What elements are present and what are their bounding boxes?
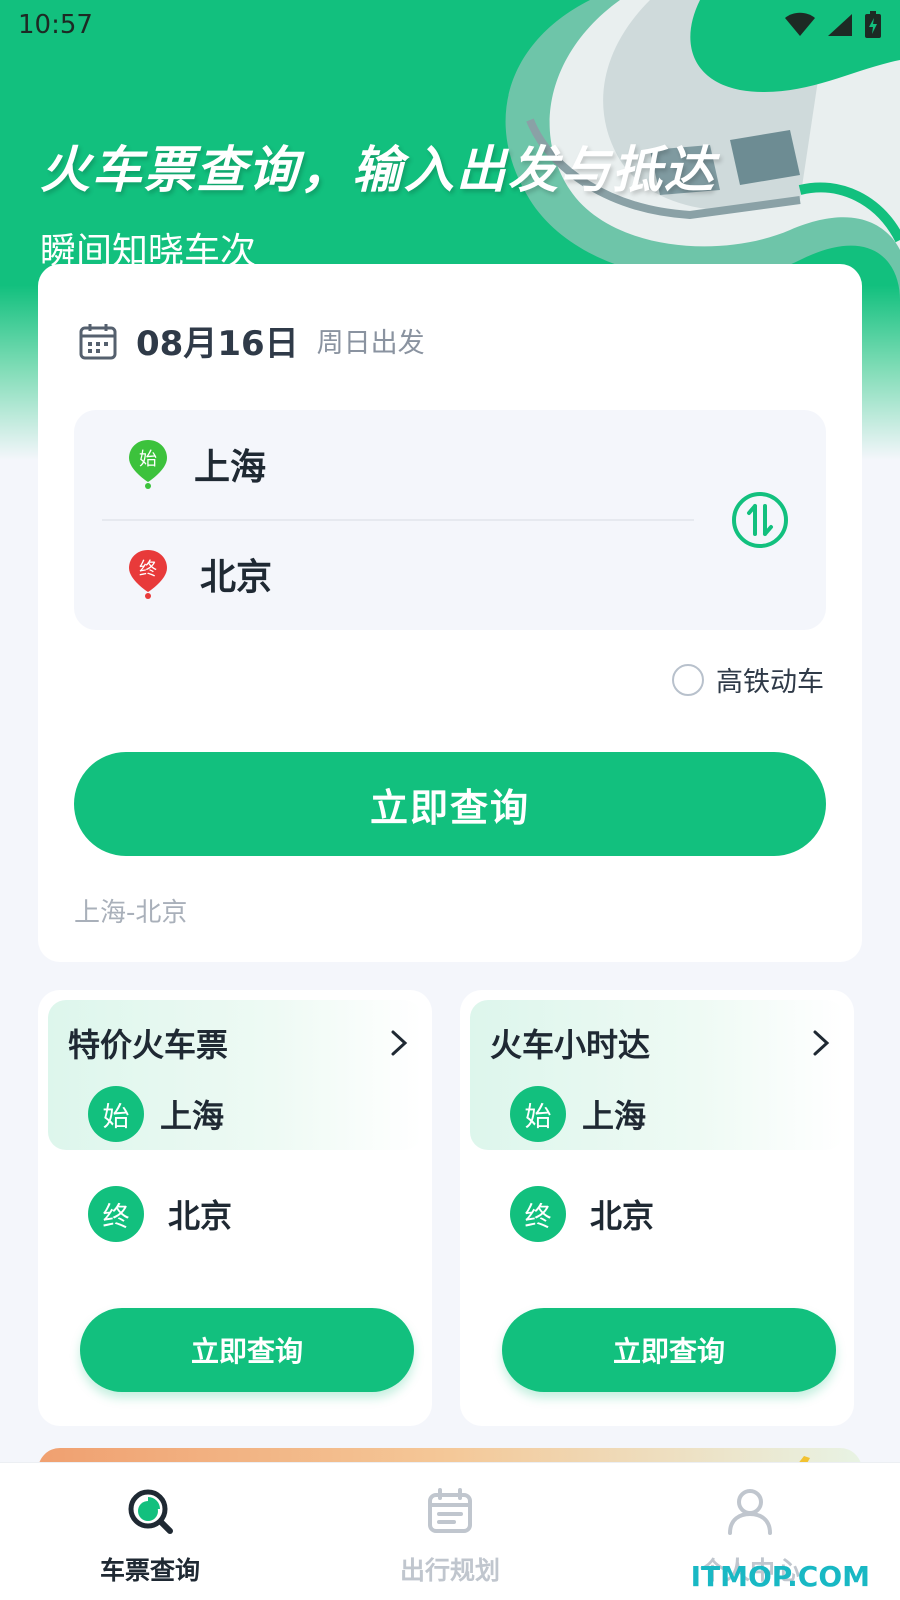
search-history-item[interactable]: 上海-北京	[74, 892, 187, 929]
card-to-station[interactable]: 终 北京	[510, 1186, 654, 1242]
start-pin-icon: 始	[129, 440, 167, 489]
from-station-name: 上海	[194, 447, 267, 488]
watermark: ITMOP.COM	[690, 1560, 870, 1593]
hero-title: 火车票查询，输入出发与抵达	[40, 141, 716, 199]
calendar-icon	[79, 323, 117, 359]
signal-icon	[828, 14, 852, 36]
chevron-right-icon[interactable]	[386, 1028, 412, 1058]
battery-icon	[865, 11, 881, 38]
end-badge: 终	[510, 1186, 566, 1242]
card-query-button[interactable]: 立即查询	[80, 1308, 414, 1392]
card-from-name: 上海	[160, 1097, 225, 1135]
chevron-right-icon[interactable]	[808, 1028, 834, 1058]
to-station-name: 北京	[200, 557, 273, 598]
card-title: 特价火车票	[68, 1026, 229, 1064]
end-badge: 终	[88, 1186, 144, 1242]
high-speed-radio[interactable]	[672, 663, 704, 696]
discount-ticket-card: 特价火车票 始 上海 终 北京 立即查询	[38, 990, 432, 1426]
wifi-icon	[785, 12, 815, 36]
user-icon	[728, 1489, 772, 1535]
departure-weekday: 周日出发	[316, 328, 425, 359]
to-station[interactable]: 终 北京	[126, 548, 272, 600]
tab-ticket-search[interactable]: 车票查询	[50, 1485, 250, 1587]
station-divider	[102, 519, 694, 521]
tab-label: 出行规划	[399, 1556, 500, 1585]
tab-trip-planning[interactable]: 出行规划	[350, 1485, 550, 1587]
status-icons	[784, 11, 882, 39]
high-speed-label: 高铁动车	[716, 667, 824, 698]
ticket-search-icon	[128, 1489, 173, 1534]
status-time: 10:57	[18, 10, 93, 40]
query-button[interactable]: 立即查询	[74, 752, 826, 856]
end-pin-icon: 终	[129, 550, 167, 599]
departure-date: 08月16日	[136, 324, 299, 364]
date-selector[interactable]: 08月16日 周日出发	[78, 316, 425, 365]
card-from-station[interactable]: 始 上海	[510, 1086, 646, 1142]
start-badge: 始	[510, 1086, 566, 1142]
from-station[interactable]: 始 上海	[126, 438, 266, 490]
search-card: 08月16日 周日出发 始 上海 终 北京 高铁动车 立即查询 上海-北京	[38, 264, 862, 962]
end-pin-text: 终	[139, 559, 157, 580]
calendar-icon	[428, 1488, 472, 1533]
card-from-station[interactable]: 始 上海	[88, 1086, 224, 1142]
tab-label: 车票查询	[99, 1556, 200, 1585]
card-to-name: 北京	[168, 1197, 233, 1235]
high-speed-filter[interactable]: 高铁动车	[672, 660, 824, 699]
station-selector: 始 上海 终 北京	[74, 410, 826, 630]
status-bar: 10:57	[0, 0, 900, 50]
card-to-station[interactable]: 终 北京	[88, 1186, 232, 1242]
card-title: 火车小时达	[490, 1026, 651, 1064]
start-badge: 始	[88, 1086, 144, 1142]
hourly-train-card: 火车小时达 始 上海 终 北京 立即查询	[460, 990, 854, 1426]
swap-stations-icon[interactable]	[730, 490, 790, 550]
start-pin-text: 始	[139, 449, 157, 470]
card-query-button[interactable]: 立即查询	[502, 1308, 836, 1392]
card-to-name: 北京	[590, 1197, 655, 1235]
card-from-name: 上海	[582, 1097, 647, 1135]
